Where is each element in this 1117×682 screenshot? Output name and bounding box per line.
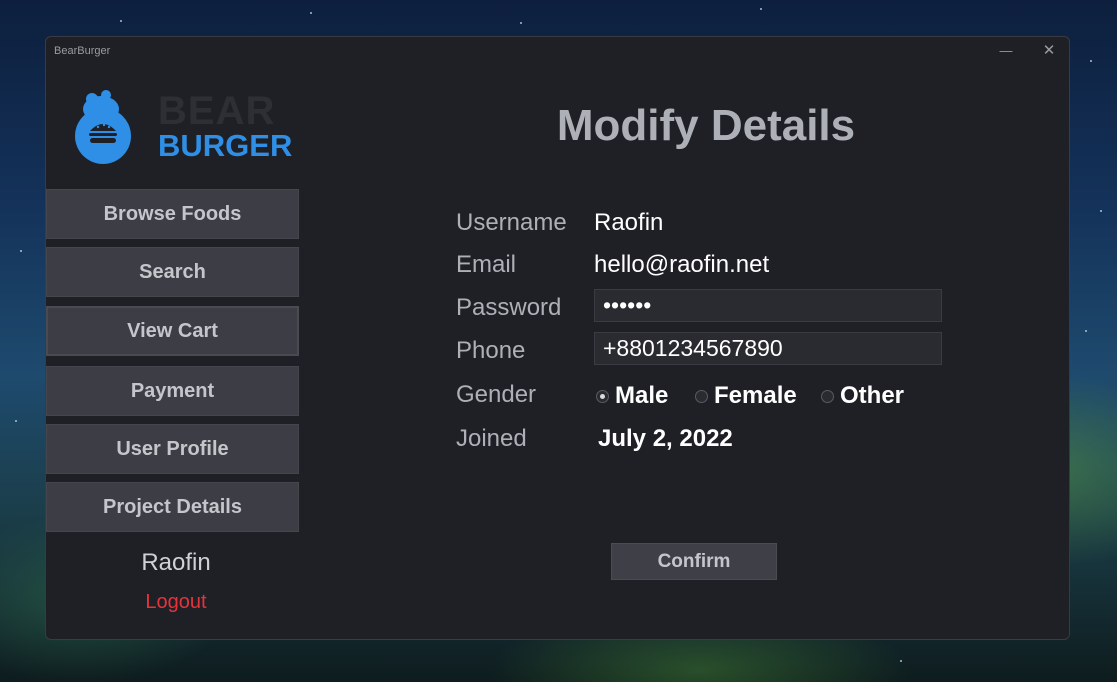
window-title: BearBurger <box>54 45 111 57</box>
logo-text-bear: BEAR <box>158 89 276 133</box>
logout-link[interactable]: Logout <box>46 591 306 614</box>
bear-burger-logo-icon <box>75 90 131 164</box>
gender-label: Gender <box>456 381 537 408</box>
email-label: Email <box>456 251 517 278</box>
sidebar-username: Raofin <box>141 549 211 576</box>
nav-view-cart-button[interactable]: View Cart <box>46 306 299 356</box>
radio-other[interactable] <box>821 389 834 403</box>
radio-male-label: Male <box>615 382 669 409</box>
joined-date: July 2, 2022 <box>598 425 733 452</box>
nav-payment-button[interactable]: Payment <box>46 366 299 416</box>
gender-option-other[interactable]: Other <box>821 381 904 411</box>
username-value: Raofin <box>594 209 664 236</box>
radio-female[interactable] <box>695 389 708 403</box>
phone-label: Phone <box>456 337 526 364</box>
title-bar: BearBurger — ✕ <box>46 37 1069 65</box>
password-field[interactable] <box>594 289 942 322</box>
nav-project-details-button[interactable]: Project Details <box>46 482 299 532</box>
confirm-button[interactable]: Confirm <box>611 543 777 580</box>
nav-browse-foods-button[interactable]: Browse Foods <box>46 189 299 239</box>
minimize-button[interactable]: — <box>996 41 1016 61</box>
nav-search-button[interactable]: Search <box>46 247 299 297</box>
password-label: Password <box>456 294 562 321</box>
joined-label: Joined <box>456 425 527 452</box>
nav-user-profile-button[interactable]: User Profile <box>46 424 299 474</box>
radio-other-label: Other <box>840 382 905 409</box>
email-value: hello@raofin.net <box>594 251 770 278</box>
radio-female-label: Female <box>714 382 797 409</box>
username-label: Username <box>456 209 567 236</box>
page-title: Modify Details <box>556 101 856 150</box>
app-window: BearBurger — ✕ BEAR BURGER Browse Foods … <box>45 36 1070 640</box>
gender-option-male[interactable]: Male <box>596 381 668 411</box>
logo-text-burger: BURGER <box>158 128 293 163</box>
app-logo: BEAR BURGER <box>74 89 292 169</box>
close-button[interactable]: ✕ <box>1039 41 1059 61</box>
gender-option-female[interactable]: Female <box>695 381 797 411</box>
radio-male[interactable] <box>596 389 609 403</box>
phone-field[interactable] <box>594 332 942 365</box>
